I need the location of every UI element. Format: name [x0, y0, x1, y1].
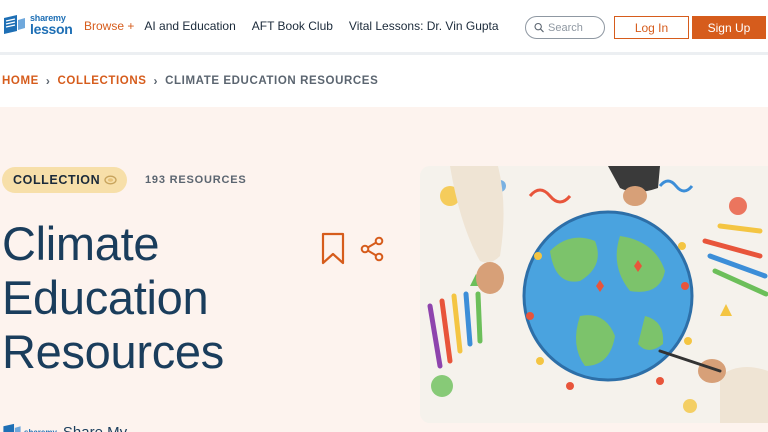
site-logo[interactable]: sharemy lesson: [3, 14, 73, 36]
page-title-line: Education: [2, 271, 209, 324]
breadcrumb-home[interactable]: HOME: [2, 75, 39, 87]
bookmark-icon[interactable]: [320, 232, 346, 266]
nav-item-vital-lessons[interactable]: Vital Lessons: Dr. Vin Gupta: [349, 19, 499, 33]
breadcrumb: HOME › COLLECTIONS › CLIMATE EDUCATION R…: [2, 74, 378, 88]
logo-text-bottom: lesson: [30, 21, 73, 37]
search-box[interactable]: [525, 16, 605, 39]
breadcrumb-separator: ›: [153, 74, 159, 88]
author-name[interactable]: Share My...: [63, 424, 139, 432]
nav-item-aft-book-club[interactable]: AFT Book Club: [252, 19, 333, 33]
aft-logo-icon: [3, 423, 21, 432]
login-button[interactable]: Log In: [614, 16, 689, 39]
nav-item-ai-education[interactable]: AI and Education: [144, 19, 235, 33]
collection-hero: COLLECTION 193 RESOURCES Climate Educati…: [0, 107, 768, 432]
resource-count: 193 RESOURCES: [145, 174, 247, 186]
breadcrumb-separator: ›: [45, 74, 51, 88]
nav-browse-menu[interactable]: Browse +: [84, 19, 134, 33]
page-title-line: Resources: [2, 325, 224, 378]
collection-icon: [104, 175, 117, 185]
main-nav: Browse + AI and Education AFT Book Club …: [84, 19, 515, 33]
author-row[interactable]: sharemy Share My...: [2, 423, 139, 432]
children-drawing-earth-illustration: [420, 166, 768, 423]
search-icon: [534, 22, 544, 33]
collection-badge-label: COLLECTION: [13, 173, 101, 187]
collection-image: [420, 166, 768, 423]
breadcrumb-current: CLIMATE EDUCATION RESOURCES: [165, 75, 379, 87]
page-title-line: Climate: [2, 217, 160, 270]
signup-button[interactable]: Sign Up: [692, 16, 766, 39]
site-header: sharemy lesson Browse + AI and Education…: [0, 0, 768, 55]
page-title: Climate Education Resources: [2, 217, 302, 379]
author-logo-text: sharemy: [24, 427, 57, 432]
search-input[interactable]: [548, 21, 604, 34]
share-icon[interactable]: [360, 236, 384, 262]
collection-badge: COLLECTION: [2, 167, 128, 193]
aft-logo-icon: [4, 15, 25, 34]
author-logo: sharemy: [2, 423, 57, 432]
breadcrumb-collections[interactable]: COLLECTIONS: [58, 75, 147, 87]
